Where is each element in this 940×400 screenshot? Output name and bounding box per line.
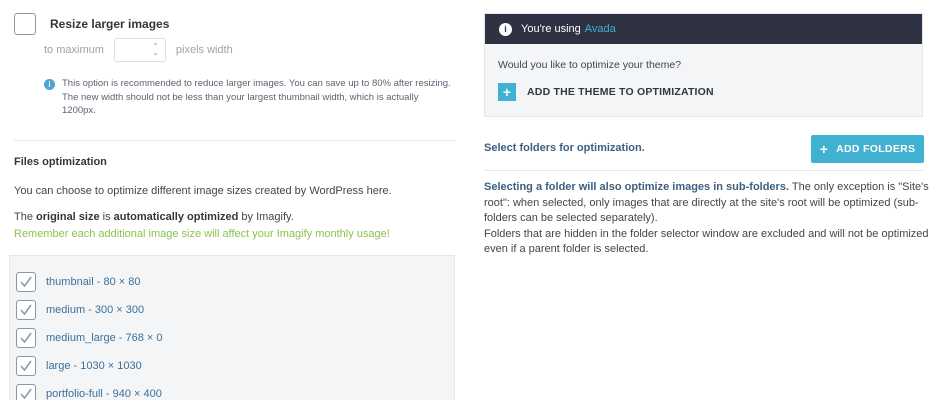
checkmark-icon — [20, 360, 32, 372]
size-checkbox[interactable] — [16, 384, 36, 400]
size-label: large - 1030 × 1030 — [46, 360, 142, 372]
size-label: thumbnail - 80 × 80 — [46, 276, 141, 288]
theme-panel-header: i You're using Avada — [485, 14, 922, 44]
files-optimization-title: Files optimization — [14, 156, 107, 168]
size-item-medium-large[interactable]: medium_large - 768 × 0 — [16, 328, 162, 348]
folders-note: Selecting a folder will also optimize im… — [484, 181, 929, 255]
size-label: medium - 300 × 300 — [46, 304, 145, 316]
resize-info-text: This option is recommended to reduce lar… — [62, 78, 451, 116]
size-label: portfolio-full - 940 × 400 — [46, 388, 162, 400]
checkmark-icon — [20, 304, 32, 316]
plus-icon: + — [498, 83, 516, 101]
theme-question: Would you like to optimize your theme? — [498, 59, 682, 71]
size-checkbox[interactable] — [16, 300, 36, 320]
resize-checkbox[interactable] — [14, 13, 36, 35]
add-theme-label: ADD THE THEME TO OPTIMIZATION — [527, 86, 714, 98]
theme-panel: i You're using Avada Would you like to op… — [484, 13, 923, 117]
resize-option[interactable]: Resize larger images — [14, 13, 169, 35]
max-width-input[interactable]: ⌃ ⌄ — [113, 38, 166, 62]
image-sizes-list: thumbnail - 80 × 80 medium - 300 × 300 m… — [9, 255, 455, 400]
size-item-medium[interactable]: medium - 300 × 300 — [16, 300, 144, 320]
pixels-width-label: pixels width — [175, 44, 233, 56]
size-label: medium_large - 768 × 0 — [46, 332, 163, 344]
size-item-thumbnail[interactable]: thumbnail - 80 × 80 — [16, 272, 140, 292]
size-checkbox[interactable] — [16, 328, 36, 348]
add-theme-button[interactable]: + ADD THE THEME TO OPTIMIZATION — [498, 83, 714, 101]
add-folders-label: ADD FOLDERS — [836, 143, 916, 155]
divider — [14, 140, 455, 141]
info-icon: i — [499, 22, 512, 36]
size-checkbox[interactable] — [16, 356, 36, 376]
folders-title: Select folders for optimization. — [484, 142, 645, 154]
divider — [484, 170, 923, 171]
to-maximum-label: to maximum — [44, 44, 104, 56]
plus-icon: + — [819, 141, 829, 157]
stepper-icon[interactable]: ⌃ ⌄ — [152, 43, 159, 57]
add-folders-button[interactable]: + ADD FOLDERS — [811, 135, 924, 163]
usage-warning: Remember each additional image size will… — [14, 228, 390, 240]
size-checkbox[interactable] — [16, 272, 36, 292]
size-item-portfolio-full[interactable]: portfolio-full - 940 × 400 — [16, 384, 162, 400]
checkmark-icon — [20, 332, 32, 344]
using-theme-text: You're using Avada — [521, 23, 616, 35]
resize-label: Resize larger images — [50, 17, 170, 31]
info-icon: i — [44, 79, 55, 90]
checkmark-icon — [20, 388, 32, 400]
max-width-row: to maximum ⌃ ⌄ pixels width — [44, 38, 233, 62]
original-size-note: The original size is automatically optim… — [14, 211, 294, 223]
size-item-large[interactable]: large - 1030 × 1030 — [16, 356, 142, 376]
checkmark-icon — [20, 276, 32, 288]
theme-name: Avada — [584, 23, 616, 35]
files-description: You can choose to optimize different ima… — [14, 185, 392, 197]
resize-info: i This option is recommended to reduce l… — [44, 77, 454, 118]
